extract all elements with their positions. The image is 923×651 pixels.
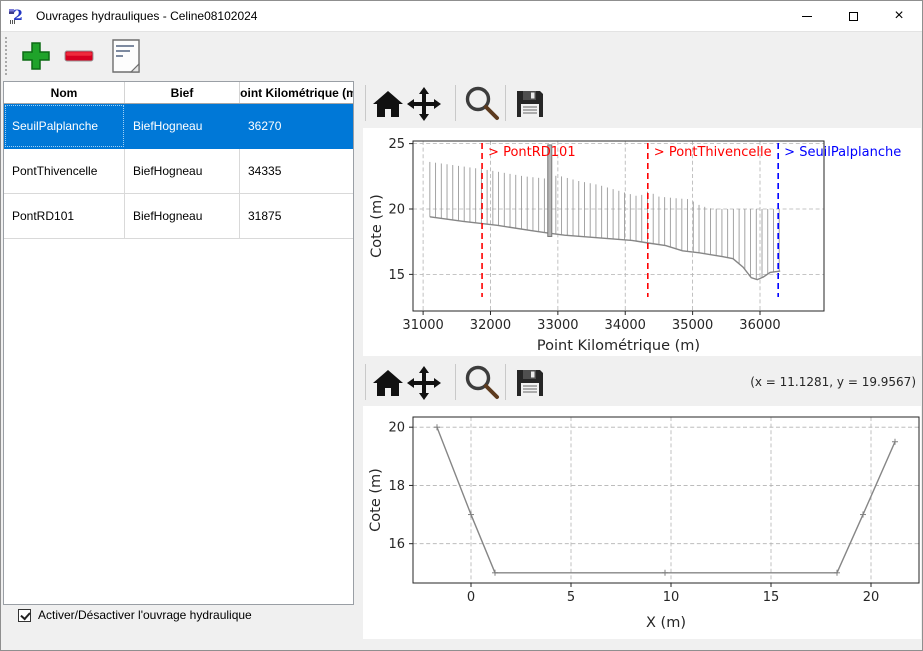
svg-text:Cote (m): Cote (m) (368, 468, 384, 532)
zoom-icon (463, 364, 501, 402)
cell-bief[interactable]: BiefHogneau (125, 104, 240, 148)
save-icon (515, 89, 545, 119)
activate-structure-checkbox[interactable] (18, 609, 31, 622)
svg-text:> PontRD101: > PontRD101 (488, 145, 576, 160)
pan-icon (407, 87, 441, 121)
document-icon (109, 38, 143, 74)
svg-text:25: 25 (388, 137, 405, 152)
svg-text:34000: 34000 (605, 318, 646, 333)
zoom-button[interactable] (461, 85, 503, 123)
separator (505, 85, 506, 121)
home-icon (372, 90, 404, 118)
svg-text:15: 15 (763, 590, 780, 605)
minimize-button[interactable] (784, 1, 830, 32)
svg-text:X (m): X (m) (646, 615, 686, 631)
activate-structure-checkbox-row: Activer/Désactiver l'ouvrage hydraulique (18, 608, 252, 622)
cell-pk[interactable]: 36270 (240, 104, 353, 148)
cell-pk[interactable]: 31875 (240, 194, 353, 238)
pan-button[interactable] (405, 85, 443, 123)
structures-table: Nom Bief Point Kilométrique (m) SeuilPal… (3, 81, 354, 605)
svg-text:36000: 36000 (739, 318, 780, 333)
maximize-button[interactable] (830, 1, 876, 32)
svg-text:16: 16 (388, 537, 405, 552)
checkbox-label: Activer/Désactiver l'ouvrage hydraulique (38, 608, 252, 622)
svg-text:Point Kilométrique (m): Point Kilométrique (m) (537, 338, 700, 354)
chart-toolbar-bottom: (x = 11.1281, y = 19.9567) (359, 359, 922, 405)
table-row[interactable]: PontRD101 BiefHogneau 31875 (4, 194, 353, 239)
cross-section-chart[interactable]: 0 5 10 15 20 16 18 20 X (m) Cote (m) (363, 406, 921, 639)
svg-text:33000: 33000 (537, 318, 578, 333)
separator (455, 364, 456, 400)
chart-toolbar-top (359, 80, 922, 126)
svg-text:0: 0 (467, 590, 475, 605)
svg-text:18: 18 (388, 479, 405, 494)
cross-section-svg[interactable]: 0 5 10 15 20 16 18 20 X (m) Cote (m) (363, 406, 921, 639)
cell-pk[interactable]: 34335 (240, 149, 353, 193)
svg-text:> PontThivencelle: > PontThivencelle (654, 145, 772, 160)
main-toolbar (1, 33, 922, 79)
app-window: 2 Ouvrages hydrauliques - Celine08102024… (0, 0, 923, 651)
save-icon (515, 368, 545, 398)
plus-icon (20, 40, 52, 72)
close-button[interactable]: × (876, 1, 922, 32)
table-row[interactable]: PontThivencelle BiefHogneau 34335 (4, 149, 353, 194)
app-icon: 2 (9, 7, 27, 25)
toolbar-grip[interactable] (5, 37, 8, 75)
separator (365, 364, 366, 400)
titlebar: 2 Ouvrages hydrauliques - Celine08102024… (1, 1, 922, 32)
close-icon: × (894, 8, 903, 24)
zoom-button[interactable] (461, 364, 503, 402)
svg-text:10: 10 (663, 590, 680, 605)
svg-text:32000: 32000 (470, 318, 511, 333)
separator (455, 85, 456, 121)
home-button[interactable] (369, 364, 407, 402)
svg-text:20: 20 (388, 203, 405, 218)
longitudinal-profile-chart[interactable]: > PontRD101 > PontThivencelle > SeuilPalpl… (363, 128, 921, 356)
pan-icon (407, 366, 441, 400)
home-button[interactable] (369, 85, 407, 123)
table-header: Nom Bief Point Kilométrique (m) (4, 82, 353, 104)
window-title: Ouvrages hydrauliques - Celine08102024 (36, 9, 257, 23)
column-header-nom: Nom (4, 82, 125, 103)
longitudinal-profile-svg[interactable]: > PontRD101 > PontThivencelle > SeuilPalpl… (363, 128, 921, 356)
svg-text:31000: 31000 (402, 318, 443, 333)
svg-text:5: 5 (567, 590, 575, 605)
remove-button[interactable] (60, 37, 98, 75)
svg-text:15: 15 (388, 268, 405, 283)
column-header-pk: Point Kilométrique (m) (240, 82, 353, 103)
cell-nom[interactable]: PontRD101 (4, 194, 125, 238)
edit-button[interactable] (107, 37, 145, 75)
save-button[interactable] (511, 364, 549, 402)
minimize-icon (802, 16, 812, 17)
cell-nom[interactable]: SeuilPalplanche (4, 104, 125, 148)
separator (365, 85, 366, 121)
save-button[interactable] (511, 85, 549, 123)
maximize-icon (849, 12, 858, 21)
svg-text:Cote (m): Cote (m) (369, 194, 385, 258)
cursor-coordinates-readout: (x = 11.1281, y = 19.9567) (750, 359, 916, 405)
svg-text:35000: 35000 (672, 318, 713, 333)
svg-text:20: 20 (863, 590, 880, 605)
cell-bief[interactable]: BiefHogneau (125, 149, 240, 193)
zoom-icon (463, 85, 501, 123)
svg-text:20: 20 (388, 421, 405, 436)
cell-nom[interactable]: PontThivencelle (4, 149, 125, 193)
separator (505, 364, 506, 400)
column-header-bief: Bief (125, 82, 240, 103)
minus-icon (63, 40, 95, 72)
add-button[interactable] (17, 37, 55, 75)
pan-button[interactable] (405, 364, 443, 402)
table-row[interactable]: SeuilPalplanche BiefHogneau 36270 (4, 104, 353, 149)
cell-bief[interactable]: BiefHogneau (125, 194, 240, 238)
svg-text:> SeuilPalplanche: > SeuilPalplanche (784, 145, 901, 160)
home-icon (372, 369, 404, 397)
